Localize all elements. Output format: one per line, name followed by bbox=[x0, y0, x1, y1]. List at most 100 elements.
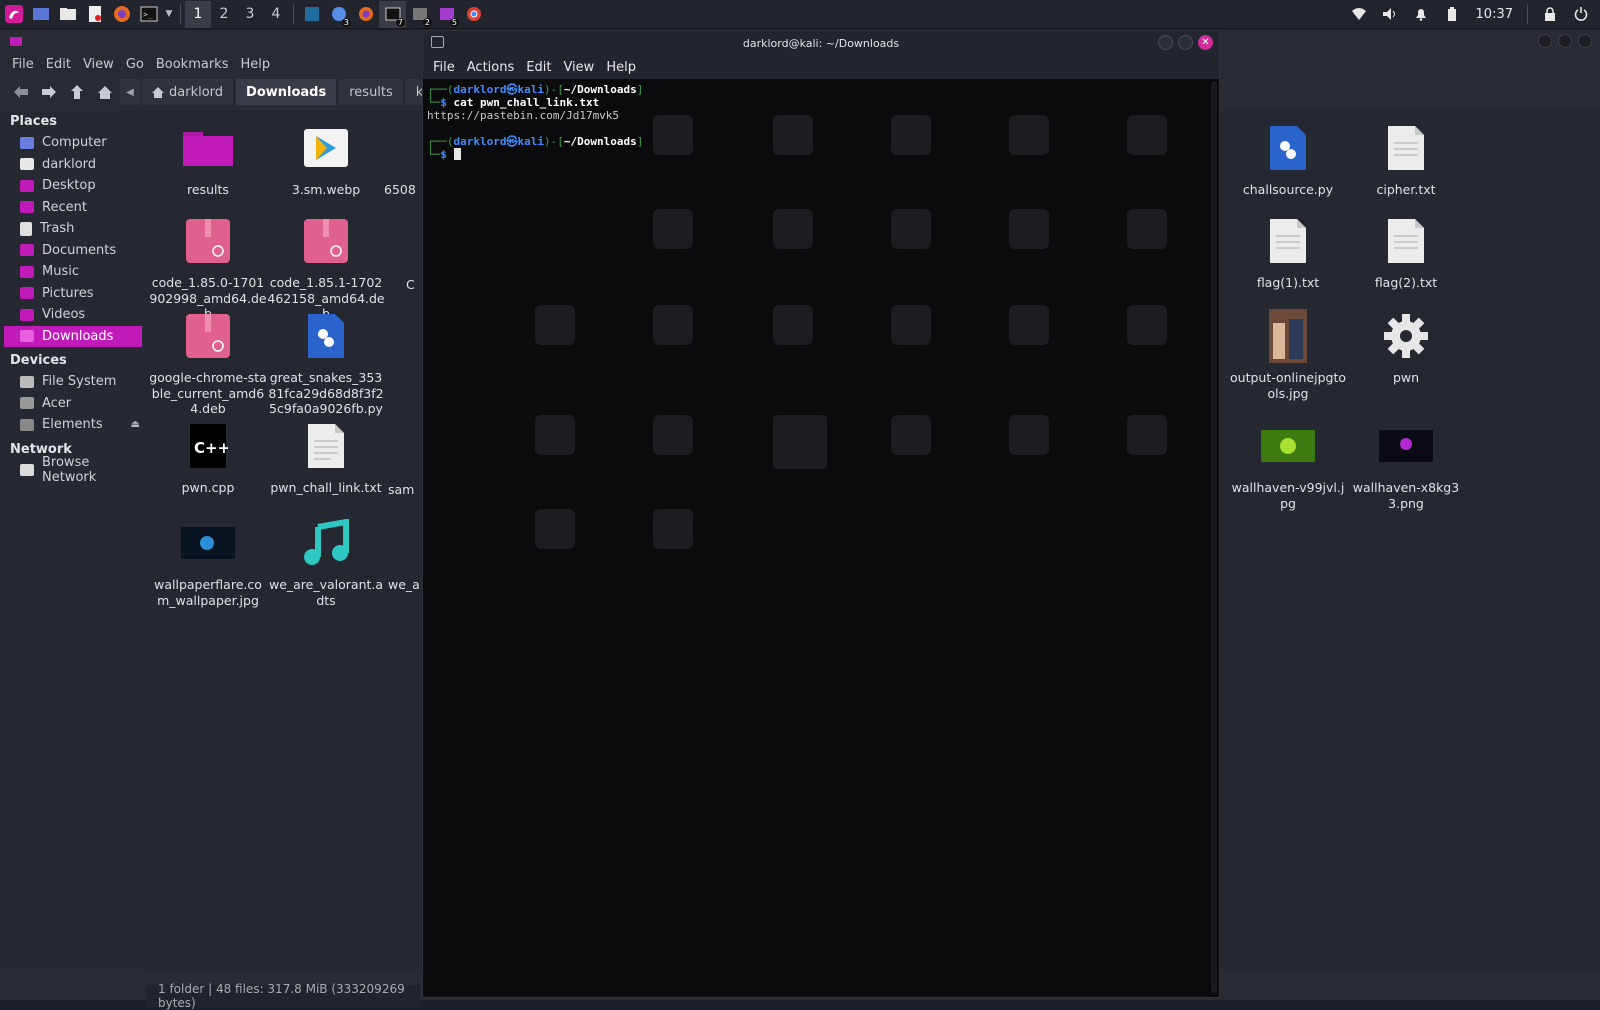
lock-icon[interactable] bbox=[1536, 1, 1563, 28]
text-file-icon bbox=[1260, 213, 1316, 269]
file-item[interactable]: 3.sm.webp bbox=[267, 120, 385, 198]
sidebar-item-computer[interactable]: Computer bbox=[0, 132, 146, 154]
file-item[interactable]: google-chrome-stable_current_amd64.deb bbox=[149, 308, 267, 417]
terminal-titlebar[interactable]: darklord@kali: ~/Downloads ✕ bbox=[423, 31, 1219, 55]
fm-menu-view[interactable]: View bbox=[77, 57, 120, 72]
breadcrumb-downloads[interactable]: Downloads bbox=[236, 79, 338, 105]
sidebar-item-acer[interactable]: Acer bbox=[0, 393, 146, 415]
breadcrumb-scroll-left-icon[interactable]: ◀ bbox=[120, 79, 140, 105]
task-files-icon[interactable]: 2 bbox=[406, 1, 433, 28]
clock[interactable]: 10:37 bbox=[1470, 7, 1519, 22]
workspace-1[interactable]: 1 bbox=[185, 0, 211, 28]
fm-menu-go[interactable]: Go bbox=[120, 57, 150, 72]
file-item[interactable]: wallhaven-x8kg33.png bbox=[1347, 418, 1465, 511]
breadcrumb-results[interactable]: results bbox=[339, 79, 404, 105]
home-icon[interactable] bbox=[92, 79, 118, 105]
terminal-menu-edit[interactable]: Edit bbox=[520, 60, 557, 75]
sidebar-item-filesystem[interactable]: File System bbox=[0, 371, 146, 393]
forward-arrow-icon[interactable] bbox=[36, 79, 62, 105]
partial-file-label[interactable]: C bbox=[406, 277, 416, 293]
sidebar-item-elements[interactable]: Elements ⏏ bbox=[0, 414, 146, 436]
sidebar-item-browse-network[interactable]: Browse Network bbox=[0, 455, 146, 485]
task-purple-app-icon[interactable]: 5 bbox=[433, 1, 460, 28]
terminal-maximize-button[interactable] bbox=[1178, 35, 1193, 50]
fm-minimize-button[interactable] bbox=[1538, 34, 1552, 48]
folder-icon bbox=[10, 37, 22, 46]
terminal-output[interactable]: ┌──(darklord㉿kali)-[~/Downloads] └─$ cat… bbox=[423, 79, 1205, 997]
sidebar-item-documents[interactable]: Documents bbox=[0, 240, 146, 262]
music-icon bbox=[298, 515, 354, 571]
workspace-4[interactable]: 4 bbox=[263, 1, 289, 28]
file-item[interactable]: results bbox=[149, 120, 267, 198]
show-desktop-icon[interactable] bbox=[27, 1, 54, 28]
desktop-folder-icon bbox=[20, 179, 34, 192]
package-icon bbox=[298, 213, 354, 269]
partial-file-label[interactable]: we_a bbox=[388, 577, 420, 593]
battery-icon[interactable] bbox=[1439, 1, 1466, 28]
power-icon[interactable] bbox=[1567, 1, 1594, 28]
sidebar-item-darklord[interactable]: darklord bbox=[0, 154, 146, 176]
file-item[interactable]: pwn bbox=[1347, 308, 1465, 386]
task-firefox-icon[interactable] bbox=[352, 1, 379, 28]
terminal-menu-view[interactable]: View bbox=[557, 60, 600, 75]
partial-file-label[interactable]: 6508 bbox=[384, 182, 416, 198]
file-item[interactable]: code_1.85.0-1701902998_amd64.deb bbox=[149, 213, 267, 322]
sidebar-item-downloads[interactable]: Downloads bbox=[4, 325, 142, 347]
file-item[interactable]: pwn_chall_link.txt bbox=[267, 418, 385, 496]
up-arrow-icon[interactable] bbox=[64, 79, 90, 105]
eject-icon[interactable]: ⏏ bbox=[131, 419, 140, 430]
terminal-menu-file[interactable]: File bbox=[427, 60, 461, 75]
kali-menu-icon[interactable] bbox=[0, 1, 27, 28]
file-name: cipher.txt bbox=[1376, 182, 1436, 197]
sidebar-item-recent[interactable]: Recent bbox=[0, 197, 146, 219]
file-item[interactable]: great_snakes_35381fca29d68d8f3f25c9fa0a9… bbox=[267, 308, 385, 417]
volume-icon[interactable] bbox=[1377, 1, 1404, 28]
file-item[interactable]: flag(2).txt bbox=[1347, 213, 1465, 291]
task-blue-app-icon[interactable] bbox=[298, 1, 325, 28]
file-name: 3.sm.webp bbox=[291, 182, 361, 197]
fm-maximize-button[interactable] bbox=[1558, 34, 1572, 48]
notifications-bell-icon[interactable] bbox=[1408, 1, 1435, 28]
file-name: wallhaven-v99jvl.jpg bbox=[1231, 480, 1345, 511]
task-chrome-icon[interactable]: 3 bbox=[325, 1, 352, 28]
terminal-menu-actions[interactable]: Actions bbox=[461, 60, 521, 75]
prompt-decor: ┌──( bbox=[427, 83, 454, 96]
wifi-icon[interactable] bbox=[1346, 1, 1373, 28]
fm-menu-edit[interactable]: Edit bbox=[40, 57, 77, 72]
sidebar-item-trash[interactable]: Trash bbox=[0, 218, 146, 240]
terminal-close-button[interactable]: ✕ bbox=[1198, 35, 1213, 50]
file-item[interactable]: code_1.85.1-1702462158_amd64.deb bbox=[267, 213, 385, 322]
file-name: pwn_chall_link.txt bbox=[270, 480, 382, 495]
file-item[interactable]: flag(1).txt bbox=[1229, 213, 1347, 291]
terminal-minimize-button[interactable] bbox=[1158, 35, 1173, 50]
fm-menu-help[interactable]: Help bbox=[234, 57, 276, 72]
task-chrome-icon-2[interactable] bbox=[460, 1, 487, 28]
workspace-2[interactable]: 2 bbox=[211, 1, 237, 28]
sidebar-item-videos[interactable]: Videos bbox=[0, 304, 146, 326]
file-item[interactable]: cipher.txt bbox=[1347, 120, 1465, 198]
fm-close-button[interactable] bbox=[1578, 34, 1592, 48]
sidebar-item-music[interactable]: Music bbox=[0, 261, 146, 283]
breadcrumb-darklord[interactable]: darklord bbox=[142, 79, 235, 105]
task-terminal-icon[interactable]: 7 bbox=[379, 0, 406, 28]
firefox-launcher-icon[interactable] bbox=[108, 1, 135, 28]
terminal-launcher-icon[interactable]: >_ bbox=[135, 1, 162, 28]
back-arrow-icon[interactable] bbox=[8, 79, 34, 105]
sidebar-item-pictures[interactable]: Pictures bbox=[0, 283, 146, 305]
sidebar-item-desktop[interactable]: Desktop bbox=[0, 175, 146, 197]
terminal-menu-help[interactable]: Help bbox=[600, 60, 642, 75]
chevron-down-icon[interactable]: ▼ bbox=[162, 1, 176, 28]
file-manager-launcher-icon[interactable] bbox=[54, 1, 81, 28]
fm-menu-file[interactable]: File bbox=[6, 57, 40, 72]
file-item[interactable]: C++ pwn.cpp bbox=[149, 418, 267, 496]
file-item[interactable]: we_are_valorant.adts bbox=[267, 515, 385, 608]
terminal-scrollbar[interactable] bbox=[1211, 81, 1217, 993]
workspace-3[interactable]: 3 bbox=[237, 1, 263, 28]
text-editor-launcher-icon[interactable] bbox=[81, 1, 108, 28]
fm-menu-bookmarks[interactable]: Bookmarks bbox=[150, 57, 235, 72]
file-item[interactable]: wallpaperflare.com_wallpaper.jpg bbox=[149, 515, 267, 608]
partial-file-label[interactable]: sam bbox=[388, 482, 418, 498]
file-item[interactable]: challsource.py bbox=[1229, 120, 1347, 198]
file-item[interactable]: output-onlinejpgtools.jpg bbox=[1229, 308, 1347, 401]
file-item[interactable]: wallhaven-v99jvl.jpg bbox=[1229, 418, 1347, 511]
